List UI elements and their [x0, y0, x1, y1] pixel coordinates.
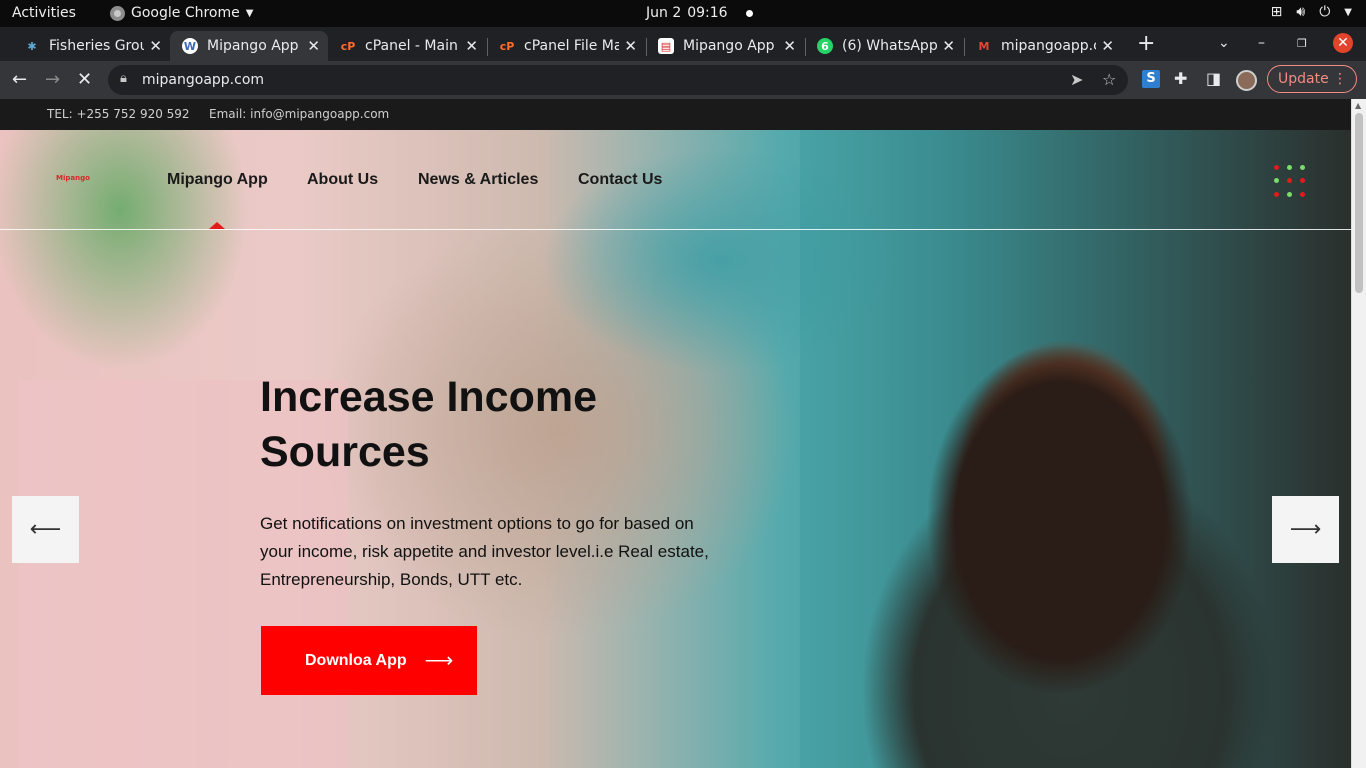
- tab-whatsapp[interactable]: 6 (6) WhatsApp ✕: [805, 31, 963, 61]
- download-app-label: Downloa App: [305, 651, 407, 669]
- whatsapp-icon: 6: [817, 38, 833, 54]
- notification-dot-icon: [745, 9, 753, 17]
- cpanel-icon: cP: [340, 39, 356, 53]
- tab-title: Mipango App: [683, 38, 775, 54]
- send-icon[interactable]: ➤: [1070, 70, 1083, 89]
- hero-description: Get notifications on investment options …: [260, 514, 709, 589]
- address-bar[interactable]: 🔒︎ mipangoapp.com ➤ ☆: [108, 65, 1128, 95]
- download-app-button[interactable]: Downloa App ⟶: [261, 626, 477, 695]
- hero-headline: Increase Income Sources: [260, 373, 598, 476]
- gnome-top-bar: Activities Google Chrome ▼ Jun 2 09:16 ⊞…: [0, 0, 1366, 27]
- chevron-down-icon: ▼: [1344, 6, 1352, 18]
- app-menu[interactable]: Google Chrome ▼: [110, 5, 253, 21]
- minimize-button[interactable]: –: [1258, 35, 1265, 51]
- back-button[interactable]: ←: [12, 69, 27, 90]
- tab-mipango-active[interactable]: W Mipango App ✕: [170, 31, 328, 61]
- scrollbar-thumb[interactable]: [1355, 113, 1363, 293]
- lock-icon[interactable]: 🔒︎: [120, 71, 127, 86]
- window-close-button[interactable]: ✕: [1333, 33, 1353, 53]
- close-icon[interactable]: ✕: [307, 37, 320, 55]
- slider-prev-button[interactable]: ⟵: [12, 496, 79, 563]
- close-icon[interactable]: ✕: [149, 37, 162, 55]
- nav-divider: [0, 229, 1351, 230]
- extensions-puzzle-icon[interactable]: ✚: [1174, 69, 1187, 88]
- maximize-button[interactable]: ❐: [1297, 37, 1307, 50]
- nav-item-about-us[interactable]: About Us: [307, 171, 378, 189]
- star-icon[interactable]: ☆: [1102, 70, 1116, 89]
- tab-gmail[interactable]: M mipangoapp.c ✕: [964, 31, 1122, 61]
- snowflake-icon: ✱: [27, 39, 37, 53]
- close-icon[interactable]: ✕: [783, 37, 796, 55]
- menu-dots-icon[interactable]: [1274, 165, 1306, 197]
- page-scrollbar[interactable]: ▲: [1351, 99, 1366, 768]
- close-icon[interactable]: ✕: [942, 37, 955, 55]
- gmail-icon: M: [978, 39, 990, 53]
- close-icon[interactable]: ✕: [465, 37, 478, 55]
- date: Jun 2: [646, 5, 682, 21]
- email-address[interactable]: Email: info@mipangoapp.com: [209, 107, 389, 121]
- stop-loading-button[interactable]: ✕: [77, 69, 92, 90]
- time: 09:16: [687, 5, 728, 21]
- chrome-icon: [110, 5, 125, 21]
- nav-item-contact-us[interactable]: Contact Us: [578, 171, 662, 189]
- tab-title: mipangoapp.c: [1001, 38, 1096, 54]
- hero-slider: Mipango Mipango App About Us News & Arti…: [0, 130, 1351, 768]
- tab-title: cPanel - Main: [365, 38, 458, 54]
- tab-mipango-2[interactable]: ▤ Mipango App ✕: [646, 31, 804, 61]
- kebab-menu-icon[interactable]: ⋮: [1333, 66, 1347, 92]
- tab-cpanel-file-manager[interactable]: cP cPanel File Ma ✕: [487, 31, 645, 61]
- extension-s-icon[interactable]: S: [1142, 70, 1160, 88]
- phone-number[interactable]: TEL: +255 752 920 592: [47, 107, 190, 121]
- side-panel-icon[interactable]: ◨: [1206, 69, 1221, 88]
- tab-strip: ✱ Fisheries Grou ✕ W Mipango App ✕ cP cP…: [0, 27, 1366, 61]
- contact-bar: TEL: +255 752 920 592 Email: info@mipang…: [0, 99, 1351, 130]
- arrow-right-icon: ⟶: [424, 650, 454, 672]
- mipango-icon: ▤: [658, 38, 674, 54]
- avatar[interactable]: [1236, 70, 1257, 91]
- chevron-down-icon: ▼: [245, 7, 254, 19]
- logo-text: Mipango: [56, 174, 90, 182]
- close-icon[interactable]: ✕: [624, 37, 637, 55]
- cpanel-icon: cP: [499, 39, 515, 53]
- volume-icon: 🔊︎: [1296, 4, 1306, 20]
- tab-cpanel-main[interactable]: cP cPanel - Main ✕: [328, 31, 486, 61]
- arrow-right-icon: ⟶: [1289, 517, 1322, 542]
- nav-item-news-articles[interactable]: News & Articles: [418, 171, 538, 189]
- tab-fisheries[interactable]: ✱ Fisheries Grou ✕: [12, 31, 170, 61]
- tab-title: cPanel File Ma: [524, 38, 619, 54]
- active-nav-indicator-icon: [209, 222, 225, 229]
- tab-title: Mipango App: [207, 38, 299, 54]
- clock[interactable]: Jun 2 09:16: [646, 5, 753, 21]
- app-name: Google Chrome: [131, 5, 240, 21]
- forward-button[interactable]: →: [45, 69, 60, 90]
- update-button[interactable]: Update ⋮: [1267, 65, 1357, 93]
- arrow-left-icon: ⟵: [29, 517, 62, 542]
- wordpress-icon: W: [182, 38, 198, 54]
- slider-next-button[interactable]: ⟶: [1272, 496, 1339, 563]
- power-icon: ⏻: [1319, 4, 1331, 20]
- system-menu[interactable]: ⊞ 🔊︎ ⏻ ▼: [1271, 4, 1352, 20]
- new-tab-button[interactable]: +: [1137, 31, 1155, 56]
- nav-item-mipango-app[interactable]: Mipango App: [167, 171, 268, 189]
- activities-button[interactable]: Activities: [12, 5, 76, 21]
- site-logo[interactable]: Mipango: [56, 174, 90, 182]
- browser-toolbar: ← → ✕ 🔒︎ mipangoapp.com ➤ ☆ S ✚ ◨ Update…: [0, 61, 1366, 99]
- tab-title: (6) WhatsApp: [842, 38, 937, 54]
- update-label: Update: [1278, 71, 1329, 87]
- scroll-up-icon[interactable]: ▲: [1355, 101, 1361, 110]
- tab-title: Fisheries Grou: [49, 38, 144, 54]
- close-icon[interactable]: ✕: [1101, 37, 1114, 55]
- web-page: Mipango Mipango App About Us News & Arti…: [0, 99, 1366, 768]
- url-text[interactable]: mipangoapp.com: [142, 72, 264, 88]
- tab-search-icon[interactable]: ⌄: [1218, 35, 1230, 51]
- network-icon: ⊞: [1270, 4, 1283, 20]
